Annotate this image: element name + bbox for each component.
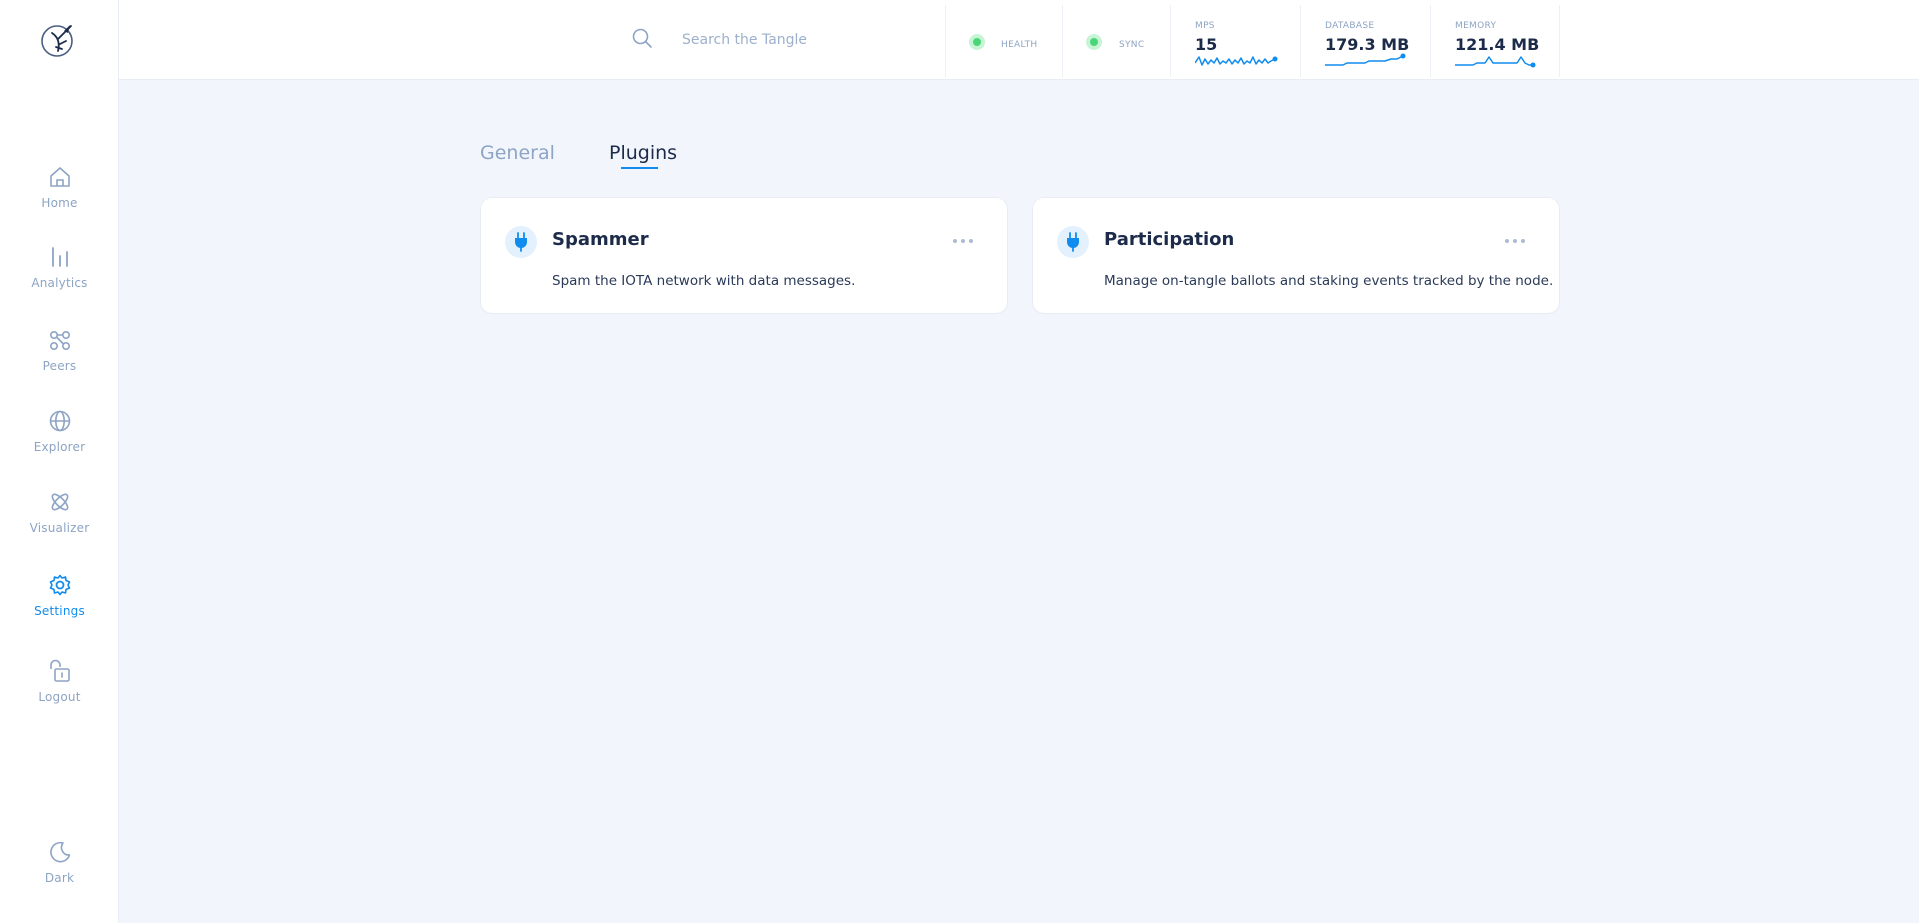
sidebar-item-label: Settings bbox=[34, 604, 85, 618]
database-label: DATABASE bbox=[1325, 21, 1375, 31]
mps-label: MPS bbox=[1195, 21, 1215, 31]
sidebar-item-label: Home bbox=[41, 196, 78, 210]
sidebar-item-logout[interactable]: Logout bbox=[0, 658, 119, 728]
sync-status-dot bbox=[1086, 34, 1102, 50]
sidebar-item-label: Logout bbox=[38, 690, 81, 704]
plugin-card-participation[interactable]: Participation Manage on-tangle ballots a… bbox=[1032, 197, 1560, 314]
plugin-title: Participation bbox=[1104, 229, 1235, 250]
health-indicator: HEALTH bbox=[945, 5, 1062, 77]
sidebar-item-label: Explorer bbox=[33, 440, 86, 454]
hornet-logo-icon[interactable] bbox=[38, 19, 80, 61]
visualizer-icon bbox=[51, 493, 68, 511]
home-icon bbox=[49, 167, 70, 187]
plugin-title: Spammer bbox=[552, 229, 649, 250]
plugin-description: Spam the IOTA network with data messages… bbox=[552, 273, 856, 289]
sidebar-item-label: Analytics bbox=[31, 276, 88, 290]
sidebar-item-label: Visualizer bbox=[29, 521, 90, 535]
more-options-icon[interactable] bbox=[951, 236, 975, 246]
sync-indicator: SYNC bbox=[1062, 5, 1170, 77]
sidebar-item-home[interactable]: Home bbox=[0, 164, 119, 234]
database-sparkline bbox=[1325, 53, 1406, 66]
globe-icon bbox=[49, 410, 70, 432]
memory-sparkline bbox=[1455, 56, 1536, 68]
plug-icon bbox=[1057, 226, 1089, 258]
sidebar-item-analytics[interactable]: Analytics bbox=[0, 244, 119, 314]
sync-label: SYNC bbox=[1119, 40, 1145, 50]
sidebar-item-settings[interactable]: Settings bbox=[0, 572, 119, 642]
database-metric: DATABASE 179.3 MB bbox=[1300, 5, 1430, 77]
sidebar-item-peers[interactable]: Peers bbox=[0, 327, 119, 397]
memory-metric: MEMORY 121.4 MB bbox=[1430, 5, 1560, 77]
more-options-icon[interactable] bbox=[1503, 236, 1527, 246]
moon-icon bbox=[49, 841, 70, 863]
search-icon bbox=[632, 28, 652, 48]
tab-plugins[interactable]: Plugins bbox=[609, 142, 677, 164]
gear-icon bbox=[49, 574, 70, 596]
plugin-card-spammer[interactable]: Spammer Spam the IOTA network with data … bbox=[480, 197, 1008, 314]
mps-sparkline bbox=[1195, 56, 1278, 66]
tab-general[interactable]: General bbox=[480, 142, 555, 164]
theme-toggle-label: Dark bbox=[44, 871, 75, 885]
health-label: HEALTH bbox=[1001, 40, 1038, 50]
active-tab-indicator bbox=[621, 167, 658, 169]
analytics-icon bbox=[51, 247, 68, 267]
top-header: HEALTH SYNC MPS 15 DATABASE 179.3 MB MEM… bbox=[119, 0, 1919, 80]
memory-label: MEMORY bbox=[1455, 21, 1497, 31]
sidebar: Home Analytics Peers Explorer Visualizer… bbox=[0, 0, 119, 923]
peers-icon bbox=[49, 331, 70, 351]
mps-metric: MPS 15 bbox=[1170, 5, 1300, 77]
unlock-icon bbox=[49, 659, 70, 682]
plugin-description: Manage on-tangle ballots and staking eve… bbox=[1104, 273, 1554, 289]
sidebar-item-explorer[interactable]: Explorer bbox=[0, 408, 119, 478]
plug-icon bbox=[505, 226, 537, 258]
health-status-dot bbox=[969, 34, 985, 50]
sidebar-item-visualizer[interactable]: Visualizer bbox=[0, 489, 119, 559]
sidebar-item-label: Peers bbox=[42, 359, 77, 373]
theme-toggle-button[interactable]: Dark bbox=[0, 839, 119, 909]
